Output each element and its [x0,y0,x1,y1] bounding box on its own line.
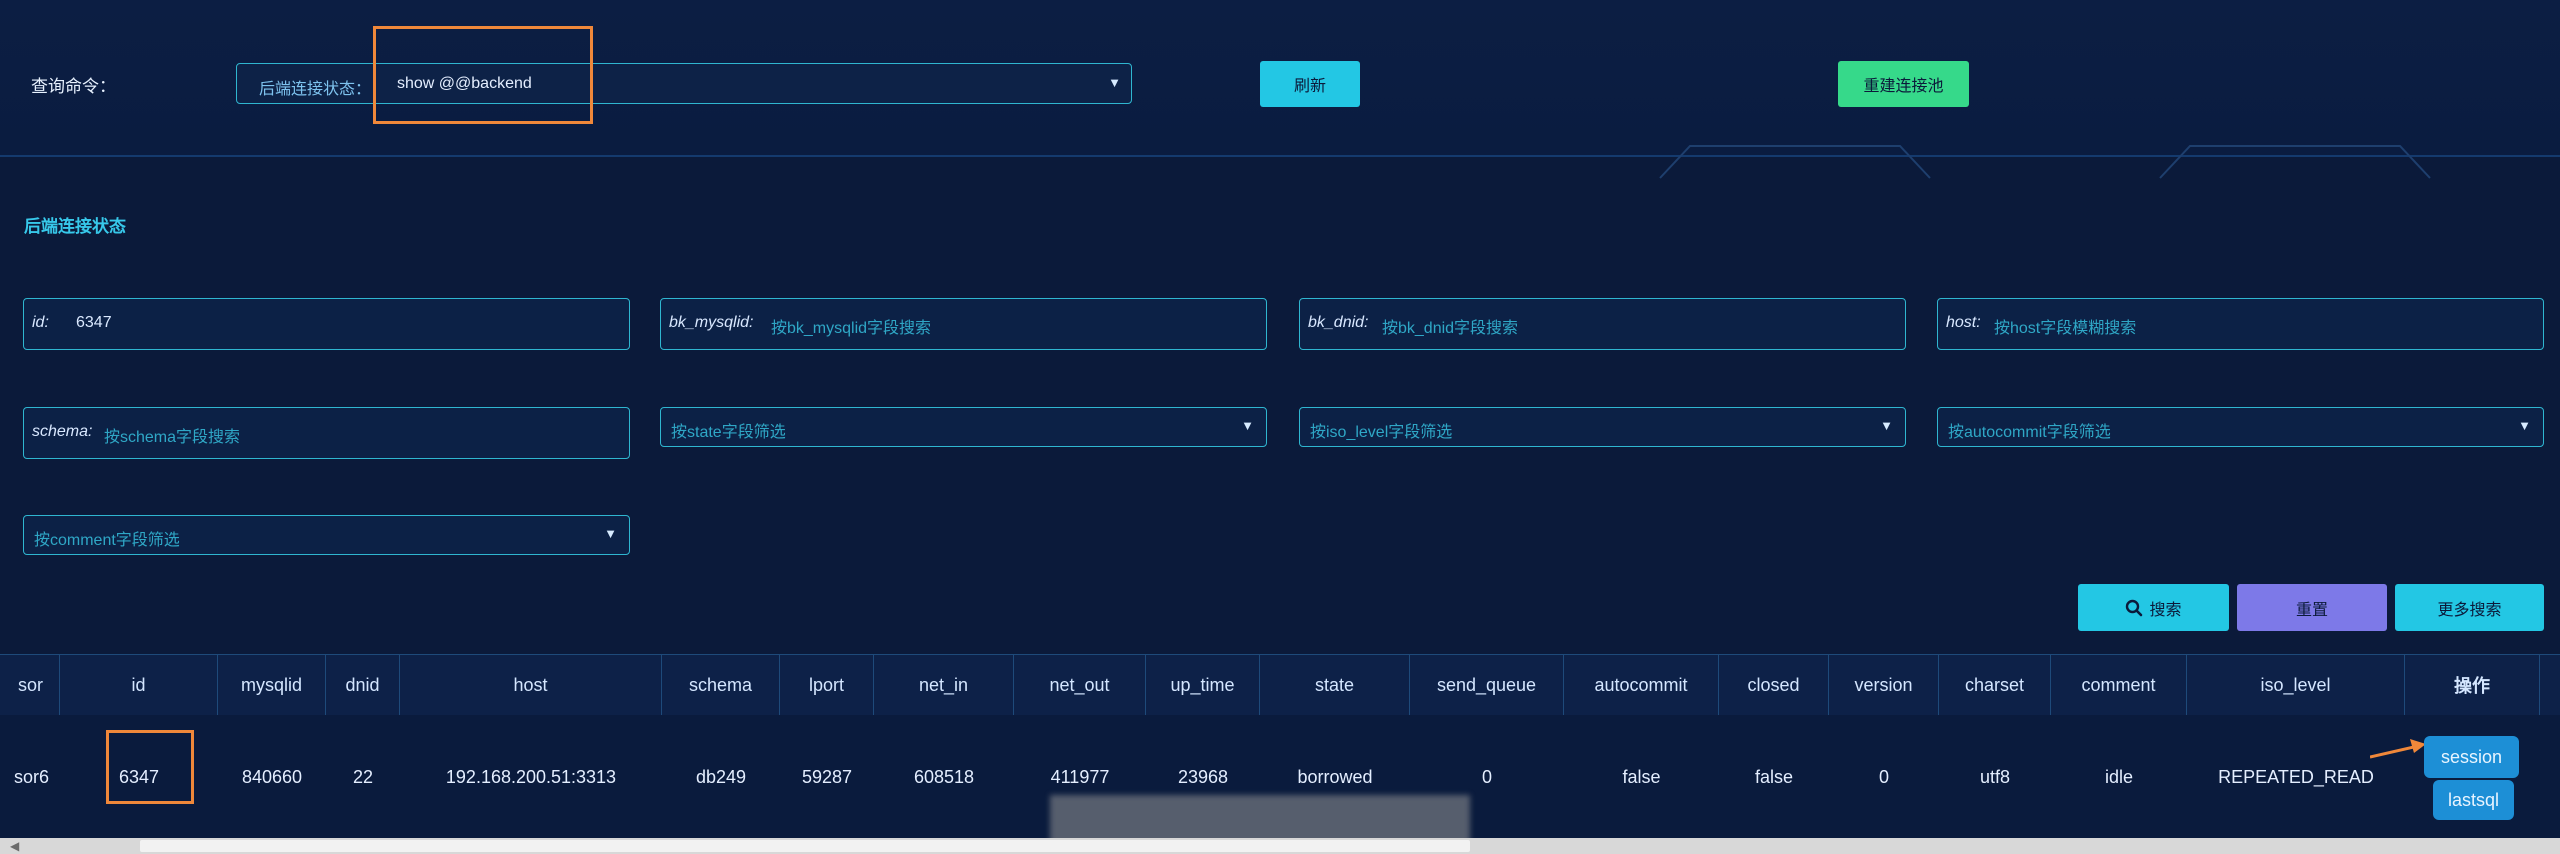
table-cell: false [1622,767,1661,787]
command-select-prefix: 后端连接状态： [259,81,372,98]
table-cell: 22 [352,767,374,787]
chevron-down-icon: ▼ [1108,75,1121,90]
filter-id[interactable]: id: 6347 [23,298,630,350]
column-header: id [60,655,218,715]
chevron-down-icon: ▼ [2518,418,2531,433]
column-header: mysqlid [218,655,326,715]
session-button[interactable]: session [2424,736,2519,778]
filter-value: 6347 [76,314,112,331]
table-cell: REPEATED_READ [2218,767,2374,787]
filter-state-select[interactable]: 按state字段筛选 ▼ [660,407,1267,447]
search-button-label: 搜索 [2149,601,2182,619]
filter-label: bk_dnid: [1308,314,1369,331]
filter-label: host: [1946,314,1981,331]
highlight-box-command [373,26,593,124]
select-placeholder: 按comment字段筛选 [34,532,180,549]
column-header: state [1260,655,1410,715]
filter-placeholder: 按bk_dnid字段搜索 [1382,320,1519,337]
refresh-button[interactable]: 刷新 [1260,61,1360,107]
filter-autocommit-select[interactable]: 按autocommit字段筛选 ▼ [1937,407,2544,447]
table-cell: false [1754,767,1794,787]
table-cell: idle [2104,767,2134,787]
table-cell: db249 [695,767,747,787]
highlight-box-id [106,730,194,804]
filter-label: id: [32,314,49,331]
column-header: dnid [326,655,400,715]
column-header: comment [2051,655,2187,715]
column-header: 操作 [2405,655,2540,715]
chevron-down-icon: ▼ [1880,418,1893,433]
column-header: iso_level [2187,655,2405,715]
select-placeholder: 按autocommit字段筛选 [1948,424,2111,441]
search-icon [2126,599,2143,616]
more-search-button[interactable]: 更多搜索 [2395,584,2544,631]
filter-bk-dnid[interactable]: bk_dnid: 按bk_dnid字段搜索 [1299,298,1906,350]
filter-label: bk_mysqlid: [669,314,754,331]
column-header: charset [1939,655,2051,715]
select-placeholder: 按state字段筛选 [671,424,786,441]
column-header: autocommit [1564,655,1719,715]
table-cell: 192.168.200.51:3313 [445,767,617,787]
horizontal-scrollbar[interactable]: ◀ [0,838,2560,854]
column-header: net_in [874,655,1014,715]
table-cell: 0 [1878,767,1889,787]
filter-placeholder: 按host字段模糊搜索 [1994,320,2137,337]
column-header: lport [780,655,874,715]
select-placeholder: 按iso_level字段筛选 [1310,424,1453,441]
filter-placeholder: 按bk_mysqlid字段搜索 [771,320,932,337]
column-header: host [400,655,662,715]
table-cell: 840660 [241,767,303,787]
command-select[interactable]: 后端连接状态： show @@backend ▼ [236,63,1132,104]
filter-placeholder: 按schema字段搜索 [104,429,241,446]
filter-bk-mysqlid[interactable]: bk_mysqlid: 按bk_mysqlid字段搜索 [660,298,1267,350]
column-header: sor [0,655,60,715]
chevron-down-icon: ▼ [1241,418,1254,433]
search-button[interactable]: 搜索 [2078,584,2229,631]
column-header: closed [1719,655,1829,715]
filter-comment-select[interactable]: 按comment字段筛选 ▼ [23,515,630,555]
scrollbar-thumb[interactable] [140,840,1470,852]
filter-label: schema: [32,423,93,440]
column-header: version [1829,655,1939,715]
column-header: net_out [1014,655,1146,715]
reset-button[interactable]: 重置 [2237,584,2387,631]
scroll-left-icon[interactable]: ◀ [10,838,19,854]
filter-iso-level-select[interactable]: 按iso_level字段筛选 ▼ [1299,407,1906,447]
table-header-row: sor id mysqlid dnid host schema lport ne… [0,654,2560,716]
arrow-annotation-icon [2370,739,2426,759]
filter-schema[interactable]: schema: 按schema字段搜索 [23,407,630,459]
column-header: send_queue [1410,655,1564,715]
section-title: 后端连接状态 [24,217,126,236]
filter-host[interactable]: host: 按host字段模糊搜索 [1937,298,2544,350]
chevron-down-icon: ▼ [604,526,617,541]
decoration-lines [1659,145,2431,179]
column-header: schema [662,655,780,715]
rebuild-pool-button[interactable]: 重建连接池 [1838,61,1969,107]
lastsql-button[interactable]: lastsql [2433,780,2514,820]
column-header: up_time [1146,655,1260,715]
query-label: 查询命令： [31,77,116,96]
table-cell: 59287 [801,767,853,787]
table-cell: 608518 [913,767,975,787]
table-cell: utf8 [1979,767,2011,787]
